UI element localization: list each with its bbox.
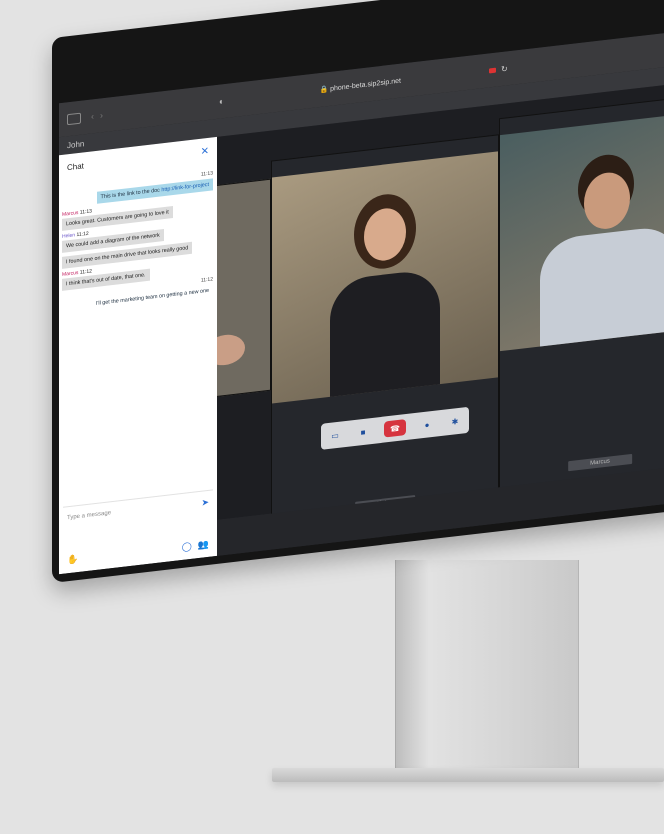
participant-video-helen — [272, 151, 498, 404]
room-title: John — [67, 138, 85, 150]
chat-title: Chat — [67, 160, 84, 172]
monitor-stand-base — [272, 768, 664, 782]
video-tile-helen: Helen — [271, 134, 499, 533]
message-input-placeholder: Type a message — [67, 510, 112, 522]
address-bar[interactable]: 🔒 phone-beta.sip2sip.net — [319, 77, 401, 94]
screen: ‹› ◐ 🔒 phone-beta.sip2sip.net ↻ John Hel… — [59, 29, 664, 575]
url-text: phone-beta.sip2sip.net — [330, 77, 401, 93]
recording-indicator-icon — [488, 67, 496, 73]
monitor-display: ‹› ◐ 🔒 phone-beta.sip2sip.net ↻ John Hel… — [52, 0, 664, 584]
screen-share-icon[interactable]: ▭ — [328, 428, 342, 442]
message-link[interactable]: http://link-for-project — [161, 182, 209, 194]
hangup-icon[interactable]: ☎ — [384, 419, 406, 438]
chat-messages: 11:13 This is the link to the doc http:/… — [59, 163, 217, 314]
camera-icon[interactable]: ■ — [356, 425, 370, 439]
message-input[interactable]: Type a message ➤ — [63, 489, 213, 530]
hand-icon[interactable]: ✋ — [67, 553, 78, 565]
participant-video-marcus — [500, 112, 664, 352]
close-icon[interactable]: ✕ — [201, 145, 209, 157]
chat-panel: Chat ✕ 11:13 This is the link to the doc… — [59, 136, 217, 575]
participants-icon[interactable]: 👥 — [198, 538, 209, 550]
nav-arrows-icon[interactable]: ‹› — [91, 109, 109, 121]
monitor-stand-neck — [395, 560, 579, 768]
send-icon[interactable]: ➤ — [201, 496, 209, 508]
message-text: This is the link to the doc — [100, 187, 162, 201]
reload-icon[interactable]: ↻ — [501, 64, 508, 74]
chat-footer: ✋ ◯ 👥 — [59, 530, 217, 574]
video-tile-marcus: Marcus — [499, 94, 664, 491]
shield-icon[interactable]: ◐ — [219, 96, 224, 107]
more-icon[interactable]: ✱ — [448, 415, 462, 429]
participant-label-marcus: Marcus — [568, 453, 632, 472]
sidebar-toggle-icon[interactable] — [67, 112, 81, 125]
mic-icon[interactable]: ● — [420, 418, 434, 432]
chat-icon[interactable]: ◯ — [182, 540, 192, 552]
video-tile-left — [209, 178, 271, 398]
